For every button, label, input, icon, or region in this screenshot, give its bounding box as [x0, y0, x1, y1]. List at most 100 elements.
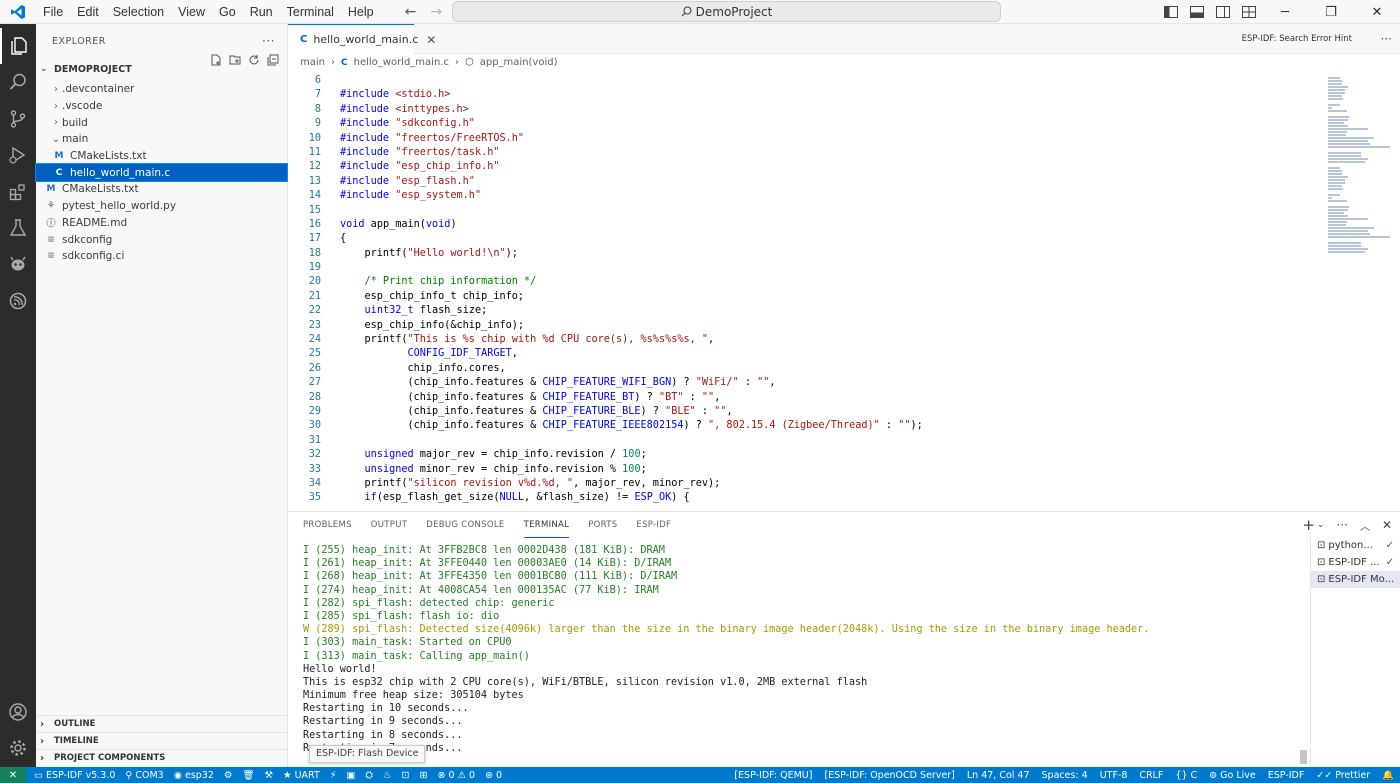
esp-idf-status[interactable]: ESP-IDF [1268, 770, 1305, 781]
remote-explorer-icon[interactable] [0, 246, 36, 282]
cursor-position[interactable]: Ln 47, Col 47 [967, 770, 1030, 781]
code-editor[interactable]: 6 7 #include <stdio.h> 8 #include <inttypes.… [288, 74, 1298, 511]
tree-item-hello-world-main[interactable]: C hello_world_main.c [35, 163, 288, 183]
code-line[interactable]: 12 #include "esp_chip_info.h" [288, 160, 1298, 174]
code-line[interactable]: 30 (chip_info.features & CHIP_FEATURE_IE… [288, 419, 1298, 433]
more-actions-icon[interactable]: ··· [1381, 24, 1392, 54]
minimap[interactable] [1308, 74, 1400, 511]
code-line[interactable]: 11 #include "freertos/task.h" [288, 146, 1298, 160]
minimize-icon[interactable]: ─ [1262, 0, 1308, 24]
problems-indicator[interactable]: ⊗ 0 ⚠ 0 [437, 770, 475, 781]
tab-hello-world-main[interactable]: C hello_world_main.c ✕ [288, 24, 436, 54]
code-line[interactable]: 21 esp_chip_info_t chip_info; [288, 290, 1298, 304]
esp-idf-version[interactable]: ▭ ESP-IDF v5.3.0 [34, 770, 115, 781]
tab-esp-idf[interactable]: ESP-IDF [636, 512, 671, 538]
tree-item-pytest[interactable]: ⚘ pytest_hello_world.py [36, 198, 287, 215]
esp-idf-explorer-icon[interactable] [0, 283, 36, 319]
code-line[interactable]: 29 (chip_info.features & CHIP_FEATURE_BL… [288, 405, 1298, 419]
code-line[interactable]: 17 { [288, 232, 1298, 246]
settings-icon[interactable]: ⚙ [224, 770, 233, 781]
code-line[interactable]: 13 #include "esp_flash.h" [288, 175, 1298, 189]
code-line[interactable]: 26 chip_info.cores, [288, 362, 1298, 376]
customize-layout-icon[interactable] [1236, 0, 1262, 24]
menu-run[interactable]: Run [243, 0, 280, 24]
tree-item-sdkconfig-ci[interactable]: ≡ sdkconfig.ci [36, 248, 287, 265]
tree-item-readme[interactable]: ⓘ README.md [36, 215, 287, 232]
code-line[interactable]: 34 printf("silicon revision v%d.%d, ", m… [288, 477, 1298, 491]
menu-edit[interactable]: Edit [70, 0, 106, 24]
tree-item-vscode[interactable]: › .vscode [36, 98, 287, 115]
tree-item-build[interactable]: › build [36, 114, 287, 131]
code-line[interactable]: 18 printf("Hello world!\n"); [288, 247, 1298, 261]
fire-icon[interactable]: ♨ [383, 770, 392, 781]
command-center-search[interactable]: DemoProject [452, 1, 1001, 22]
code-line[interactable]: 24 printf("This is %s chip with %d CPU c… [288, 333, 1298, 347]
terminal-icon[interactable]: ⊡ [402, 770, 410, 781]
manage-gear-icon[interactable] [0, 730, 36, 766]
indentation[interactable]: Spaces: 4 [1042, 770, 1088, 781]
code-line[interactable]: 27 (chip_info.features & CHIP_FEATURE_WI… [288, 376, 1298, 390]
run-debug-icon[interactable] [0, 137, 36, 173]
qemu-icon[interactable]: ⊞ [420, 770, 428, 781]
flash-method[interactable]: ★ UART [283, 770, 320, 781]
close-window-icon[interactable]: ✕ [1354, 0, 1400, 24]
breadcrumb-folder[interactable]: main [300, 57, 325, 68]
menu-go[interactable]: Go [212, 0, 243, 24]
outline-section[interactable]: › OUTLINE [36, 715, 288, 732]
terminal-scrollbar[interactable] [1298, 540, 1308, 768]
new-file-icon[interactable] [210, 54, 222, 69]
tab-terminal[interactable]: TERMINAL [523, 512, 570, 538]
code-line[interactable]: 28 (chip_info.features & CHIP_FEATURE_BT… [288, 391, 1298, 405]
debug-icon[interactable]: ⛭ [365, 770, 373, 781]
encoding[interactable]: UTF-8 [1100, 770, 1128, 781]
forward-arrow-icon[interactable]: → [430, 4, 442, 20]
prettier-status[interactable]: ✓✓ Prettier [1316, 770, 1370, 781]
terminal-item-python[interactable]: ⊡ python... ✓ [1311, 537, 1400, 554]
target-chip[interactable]: ◉ esp32 [174, 770, 214, 781]
go-live-button[interactable]: ⊚ Go Live [1209, 770, 1256, 781]
code-line[interactable]: 20 /* Print chip information */ [288, 275, 1298, 289]
serial-port[interactable]: ⚲ COM3 [125, 770, 163, 781]
terminal-item-esp-idf[interactable]: ⊡ ESP-IDF ... ✓ [1311, 554, 1400, 571]
testing-icon[interactable] [0, 210, 36, 246]
code-line[interactable]: 35 if(esp_flash_get_size(NULL, &flash_si… [288, 491, 1298, 505]
code-line[interactable]: 9 #include "sdkconfig.h" [288, 117, 1298, 131]
terminal-item-esp-idf-monitor[interactable]: ⊡ ESP-IDF Mo... [1311, 571, 1400, 588]
menu-selection[interactable]: Selection [106, 0, 171, 24]
code-line[interactable]: 7 #include <stdio.h> [288, 88, 1298, 102]
timeline-section[interactable]: › TIMELINE [36, 732, 288, 749]
code-line[interactable]: 25 CONFIG_IDF_TARGET, [288, 347, 1298, 361]
menu-file[interactable]: File [36, 0, 70, 24]
tab-output[interactable]: OUTPUT [371, 512, 407, 538]
refresh-icon[interactable] [248, 54, 260, 69]
tree-item-cmakelists[interactable]: M CMakeLists.txt [36, 181, 287, 198]
code-line[interactable]: 10 #include "freertos/FreeRTOS.h" [288, 132, 1298, 146]
menu-help[interactable]: Help [341, 0, 381, 24]
monitor-icon[interactable]: ▣ [346, 770, 355, 781]
language-mode[interactable]: {} C [1175, 770, 1197, 781]
code-line[interactable]: 23 esp_chip_info(&chip_info); [288, 319, 1298, 333]
chevron-down-icon[interactable]: ⌄ [1317, 520, 1325, 530]
terminal-output[interactable]: I (255) heap_init: At 3FFB2BC8 len 0002D… [303, 544, 1303, 764]
openocd-status[interactable]: [ESP-IDF: OpenOCD Server] [824, 770, 954, 781]
more-actions-icon[interactable]: ··· [1336, 518, 1347, 532]
tree-item-sdkconfig[interactable]: ≡ sdkconfig [36, 231, 287, 248]
code-line[interactable]: 8 #include <inttypes.h> [288, 103, 1298, 117]
restore-icon[interactable]: ❐ [1308, 0, 1354, 24]
notifications-bell-icon[interactable]: 🔔 [1382, 770, 1394, 781]
code-line[interactable]: 31 [288, 434, 1298, 448]
code-line[interactable]: 15 [288, 204, 1298, 218]
maximize-panel-icon[interactable]: ︿ [1360, 518, 1370, 533]
accounts-icon[interactable] [0, 694, 36, 730]
toggle-secondary-sidebar-icon[interactable] [1210, 0, 1236, 24]
tab-ports[interactable]: PORTS [588, 512, 617, 538]
code-line[interactable]: 6 [288, 74, 1298, 88]
code-line[interactable]: 19 [288, 261, 1298, 275]
code-line[interactable]: 16 void app_main(void) [288, 218, 1298, 232]
more-actions-icon[interactable]: ··· [262, 34, 275, 48]
search-error-hint-button[interactable]: ESP-IDF: Search Error Hint [1242, 24, 1352, 54]
toggle-primary-sidebar-icon[interactable] [1158, 0, 1184, 24]
close-panel-icon[interactable]: ✕ [1382, 518, 1392, 532]
source-control-icon[interactable] [0, 101, 36, 137]
delete-icon[interactable]: 🗑 [242, 770, 254, 781]
